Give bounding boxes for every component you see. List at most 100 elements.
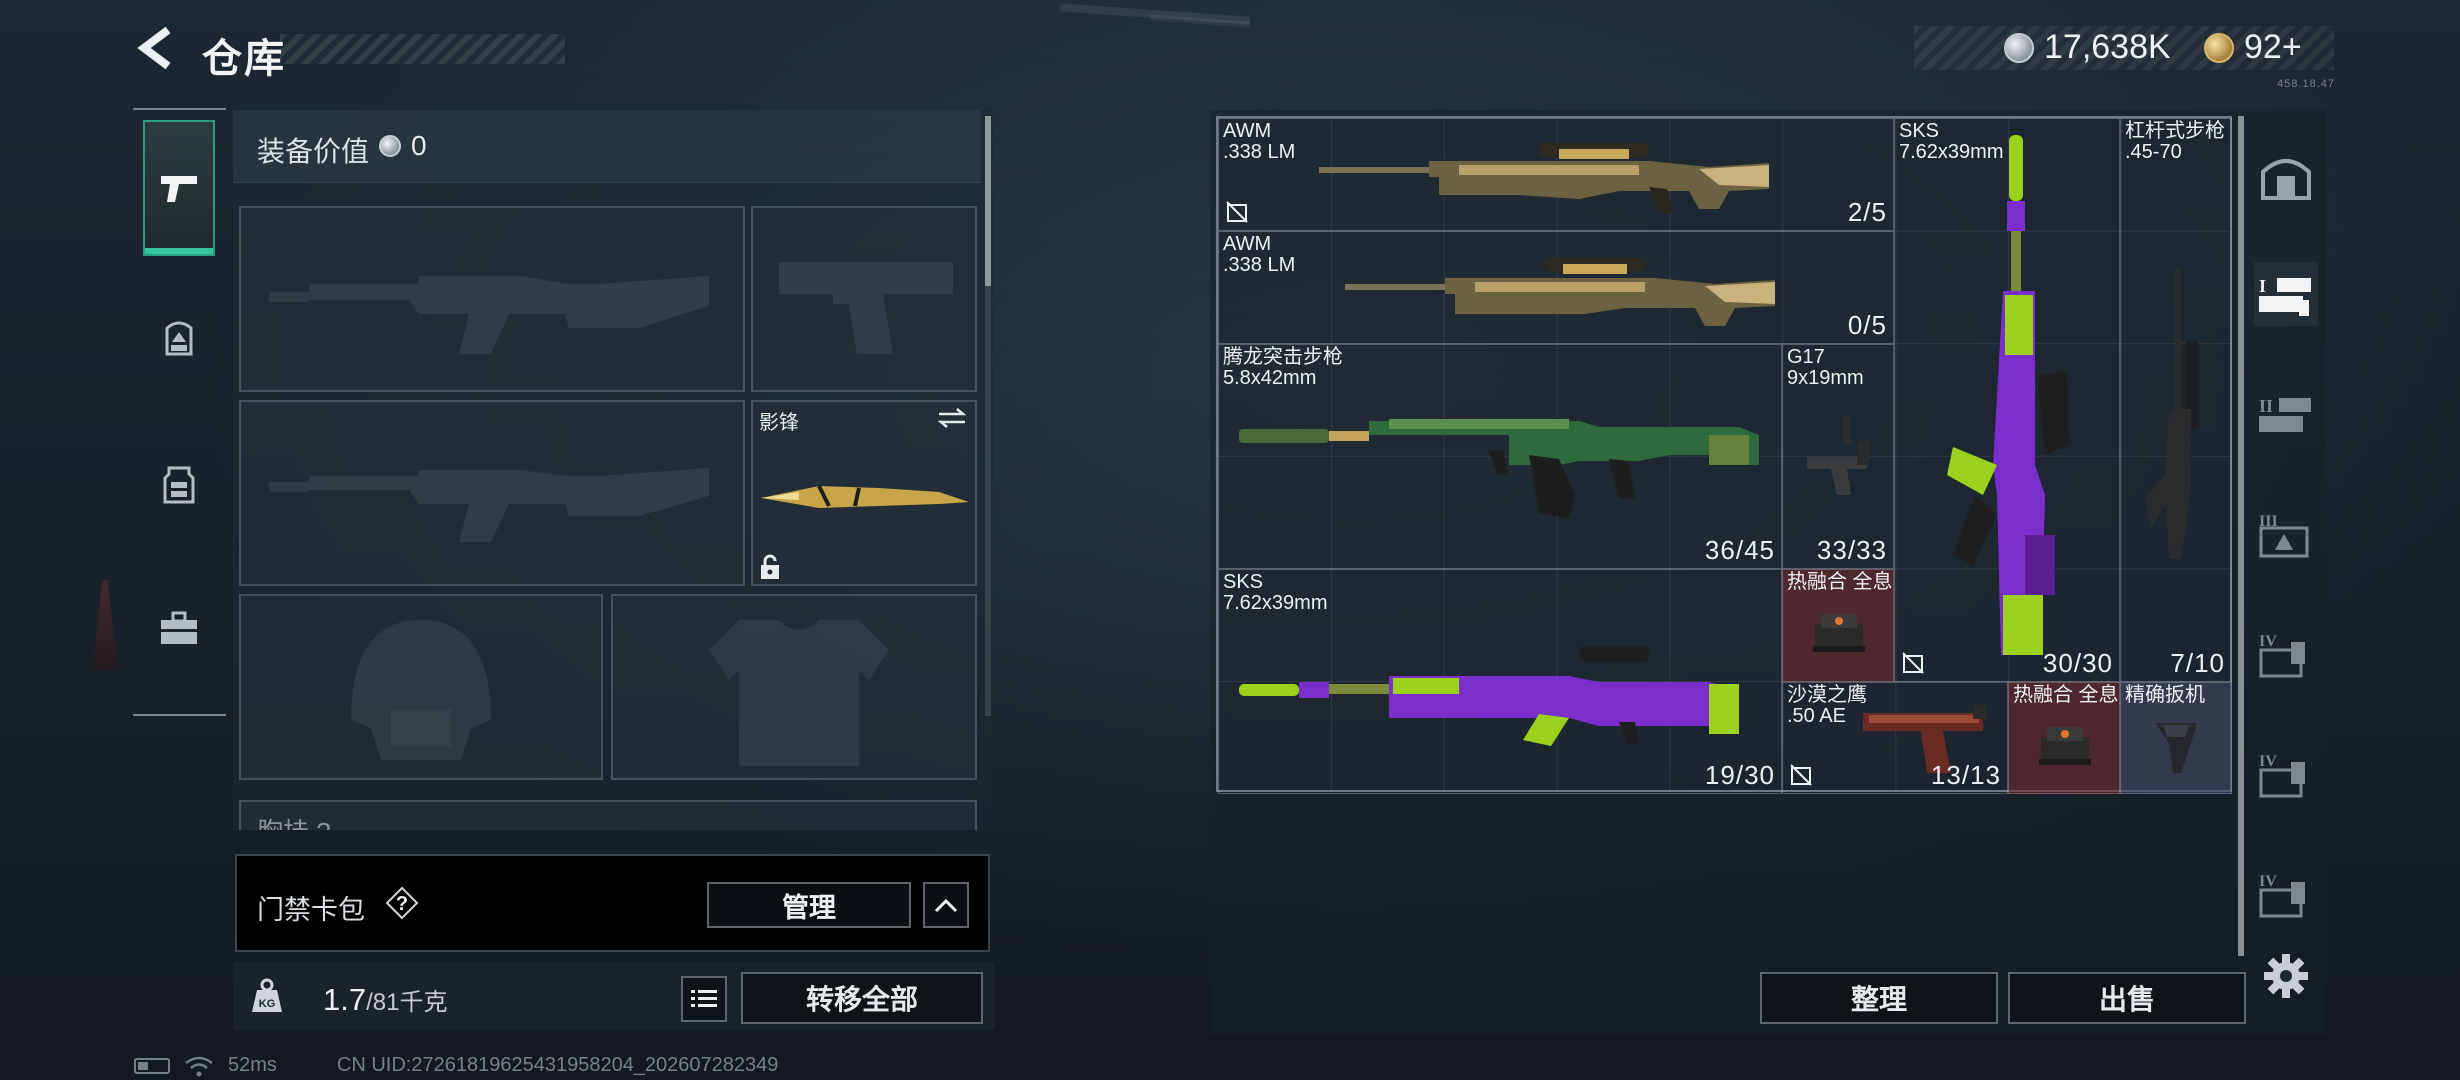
tab-stash-page-4[interactable]: IV: [2254, 622, 2318, 686]
rifle-silhouette-icon: [269, 468, 709, 542]
stash-page-icon: IV: [2259, 633, 2305, 678]
tab-stash-page-5[interactable]: IV: [2254, 742, 2318, 806]
nav-weapons-tab[interactable]: [143, 120, 215, 256]
stash-item-awm[interactable]: AWM .338 LM 2/5: [1218, 118, 1894, 231]
silver-currency[interactable]: 17,638K: [2004, 28, 2171, 67]
item-caliber: 9x19mm: [1787, 367, 1864, 389]
list-view-button[interactable]: [681, 976, 727, 1022]
item-ammo-count: 30/30: [2042, 648, 2113, 678]
stash-item-awm[interactable]: AWM .338 LM 0/5: [1218, 231, 1894, 344]
svg-text:IV: IV: [2259, 753, 2277, 770]
wifi-icon: [185, 1056, 213, 1076]
item-name: SKS: [1899, 120, 1940, 142]
pistol-icon: [161, 176, 197, 202]
primary-weapon-slot[interactable]: [239, 206, 745, 392]
carry-weight-capacity: /81千克: [366, 989, 448, 1016]
item-name: AWM: [1223, 120, 1272, 142]
sks-rifle-icon: [1947, 135, 2069, 655]
stash-item-sks-horizontal[interactable]: SKS 7.62x39mm 19/30: [1218, 569, 1782, 794]
stash-item-desert-eagle[interactable]: 沙漠之鹰 .50 AE 13/13: [1782, 682, 2008, 794]
stash-page-icon: IV: [2259, 873, 2305, 918]
armor-silhouette-icon: [709, 620, 889, 766]
sks-rifle-icon: [1239, 646, 1739, 746]
stash-page-icon: IV: [2259, 753, 2305, 798]
back-arrow-icon[interactable]: [134, 26, 178, 70]
tab-safe-box[interactable]: [2254, 146, 2318, 210]
help-icon[interactable]: ?: [385, 886, 419, 920]
stash-page-icon: II: [2259, 396, 2311, 432]
list-icon: [691, 990, 717, 1007]
silver-coin-icon: [379, 135, 401, 157]
item-name: AWM: [1223, 233, 1272, 255]
gold-currency[interactable]: 92+: [2204, 28, 2302, 67]
title-decoration: [280, 34, 565, 64]
gold-knife-icon: [761, 485, 969, 508]
access-card-bar: 门禁卡包 ? 管理: [235, 854, 990, 952]
stash-scrollbar[interactable]: [2238, 116, 2244, 956]
stash-item-lever-rifle[interactable]: 杠杆式步枪 .45-70 7/10: [2120, 118, 2232, 682]
stash-page-icon: III: [2259, 513, 2309, 558]
body-armor-slot[interactable]: [611, 594, 977, 780]
equipment-value-number: 0: [411, 130, 427, 161]
item-name: 精确扳机: [2125, 684, 2205, 706]
svg-text:IV: IV: [2259, 873, 2277, 890]
tab-stash-page-1[interactable]: I: [2254, 262, 2318, 326]
item-caliber: .50 AE: [1787, 705, 1846, 727]
g17-pistol-icon: [1807, 415, 1869, 495]
collapse-button[interactable]: [923, 882, 969, 928]
tab-stash-page-6[interactable]: IV: [2254, 862, 2318, 926]
settings-gear-icon[interactable]: [2262, 952, 2310, 1000]
stash-page-icon: I: [2259, 276, 2311, 316]
stash-item-thermal-holo-sight[interactable]: 热融合 全息: [1782, 569, 1894, 682]
item-ammo-count: 19/30: [1704, 760, 1775, 790]
sell-button[interactable]: 出售: [2008, 972, 2246, 1024]
nav-vest-tab[interactable]: [143, 448, 215, 520]
equipment-panel: 装备价值 0 影锋: [233, 110, 993, 830]
nav-toolbox-tab[interactable]: [143, 592, 215, 664]
item-caliber: .338 LM: [1223, 141, 1296, 163]
stash-item-g17[interactable]: G17 9x19mm 33/33: [1782, 344, 1894, 569]
left-category-nav: [133, 108, 226, 716]
svg-text:IV: IV: [2259, 633, 2277, 650]
holo-sight-icon: [1813, 614, 1865, 652]
no-insurance-icon: [1902, 652, 1924, 674]
item-name: G17: [1787, 346, 1825, 368]
svg-text:?: ?: [396, 893, 408, 915]
trigger-icon: [2155, 723, 2197, 773]
no-insurance-icon: [1226, 201, 1248, 223]
sidearm-slot[interactable]: [751, 206, 977, 392]
nav-backpack-tab[interactable]: [143, 302, 215, 374]
manage-button[interactable]: 管理: [707, 882, 911, 928]
build-id: 458.18.47: [2277, 78, 2335, 90]
item-name: 热融合 全息: [2013, 684, 2119, 706]
sort-button[interactable]: 整理: [1760, 972, 1998, 1024]
secondary-weapon-slot[interactable]: [239, 400, 745, 586]
tab-stash-page-3[interactable]: III: [2254, 502, 2318, 566]
transfer-all-button[interactable]: 转移全部: [741, 972, 983, 1024]
item-name: 腾龙突击步枪: [1223, 346, 1343, 368]
swap-icon[interactable]: [937, 406, 967, 430]
item-ammo-count: 0/5: [1847, 310, 1887, 340]
page-title: 仓库: [202, 37, 286, 81]
item-name: 热融合 全息: [1787, 571, 1893, 593]
stash-item-tenglong-rifle[interactable]: 腾龙突击步枪 5.8x42mm 36/45: [1218, 344, 1782, 569]
vest-icon: [163, 466, 195, 504]
holo-sight-icon: [2039, 727, 2091, 765]
tab-stash-page-2[interactable]: II: [2254, 382, 2318, 446]
status-bar: 52ms CN UID:272618196254319582​04_202607…: [134, 1054, 778, 1077]
pistol-silhouette-icon: [779, 262, 953, 354]
item-name: SKS: [1223, 571, 1264, 593]
equipment-scrollbar-thumb[interactable]: [985, 116, 991, 286]
no-insurance-icon: [1790, 764, 1812, 786]
toolbox-icon: [161, 611, 197, 644]
background-traffic-cone: [92, 580, 118, 670]
battery-icon: [134, 1057, 170, 1074]
helmet-slot[interactable]: [239, 594, 603, 780]
chest-rig-slot[interactable]: [239, 800, 977, 830]
melee-slot[interactable]: 影锋: [751, 400, 977, 586]
stash-item-sks-vertical[interactable]: SKS 7.62x39mm 30/30: [1894, 118, 2120, 682]
lock-icon: [761, 554, 779, 579]
stash-item-thermal-holo-sight[interactable]: 热融合 全息: [2008, 682, 2120, 794]
stash-item-precision-trigger[interactable]: 精确扳机: [2120, 682, 2232, 794]
chest-rig-label: 胸挂 ?: [257, 812, 331, 830]
